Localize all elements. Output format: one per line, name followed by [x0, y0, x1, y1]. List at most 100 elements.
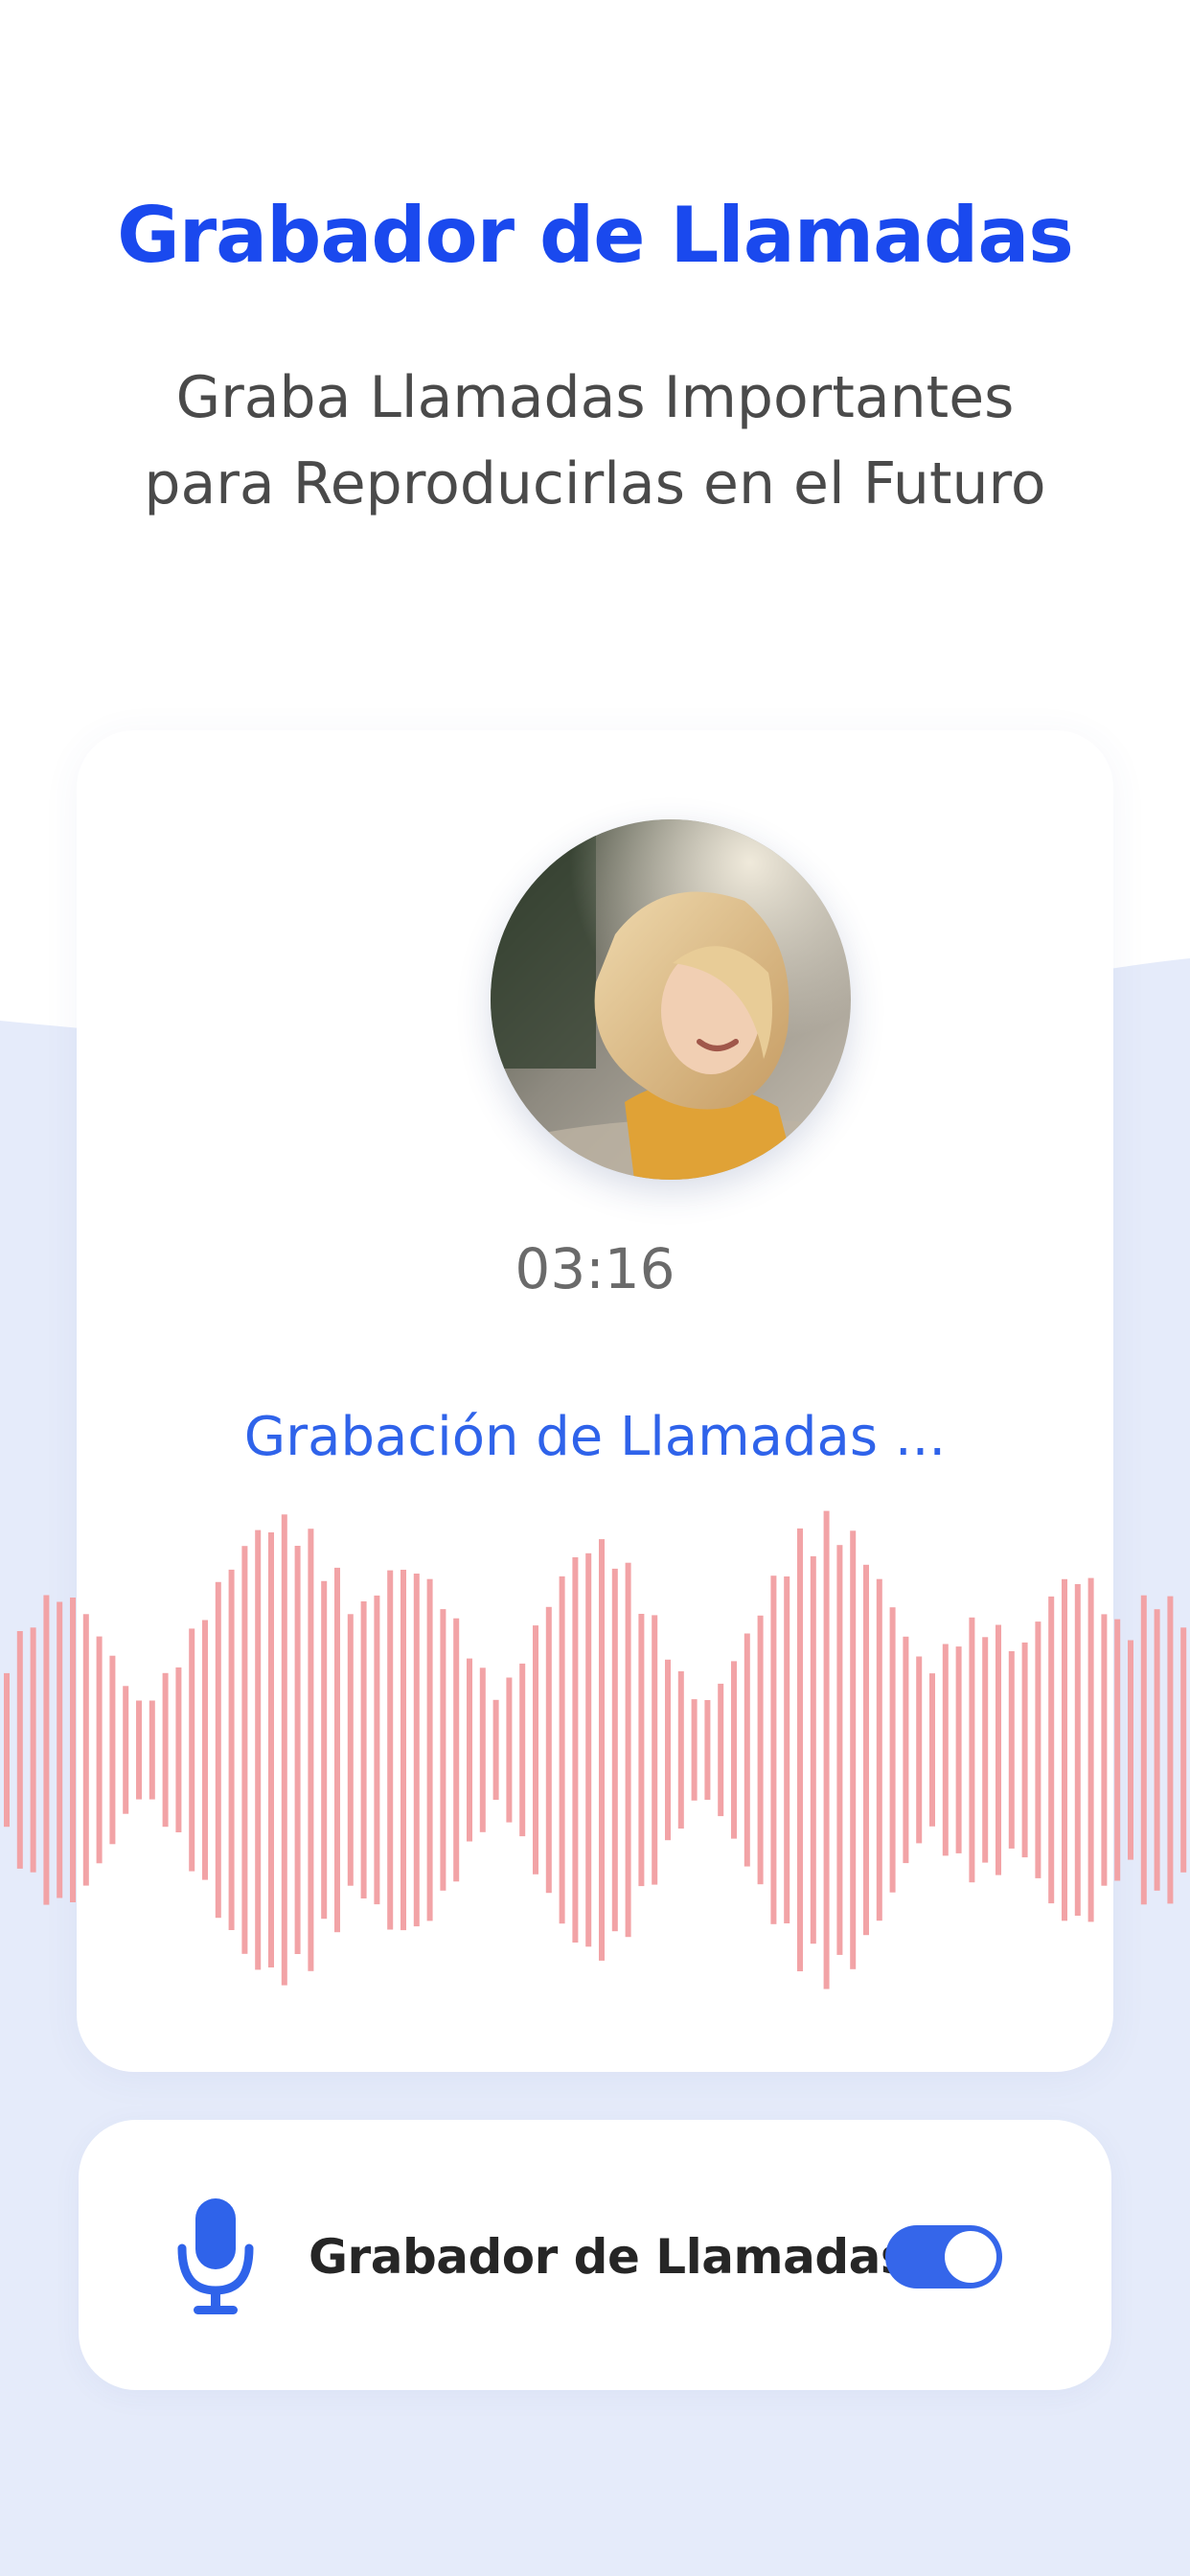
waveform-bar — [850, 1530, 857, 1969]
waveform-bar — [1021, 1642, 1028, 1858]
waveform-bar — [360, 1601, 367, 1898]
waveform-bar — [413, 1574, 420, 1927]
waveform-bar — [1128, 1640, 1133, 1860]
waveform-bar — [559, 1576, 565, 1924]
waveform-bar — [638, 1614, 645, 1887]
waveform-bar — [757, 1615, 764, 1885]
waveform-bar — [823, 1510, 830, 1990]
waveform-bar — [1048, 1596, 1055, 1904]
waveform-bar — [704, 1700, 711, 1801]
waveform-bar — [202, 1620, 208, 1880]
waveform-bar — [294, 1546, 301, 1954]
waveform-bar — [387, 1570, 394, 1930]
waveform-bar — [1167, 1596, 1174, 1904]
waveform-bar — [718, 1683, 724, 1817]
waveform-bar — [162, 1672, 169, 1828]
waveform-bar — [281, 1514, 287, 1986]
waveform-bar — [1114, 1619, 1121, 1881]
waveform-bar — [903, 1636, 909, 1864]
waveform-bar — [308, 1529, 314, 1971]
waveform-bar — [241, 1546, 248, 1954]
waveform-bar — [70, 1598, 76, 1902]
waveform-bar — [268, 1532, 274, 1967]
waveform-bar — [599, 1539, 605, 1961]
waveform-bar — [189, 1628, 195, 1872]
microphone-icon — [177, 2198, 254, 2314]
waveform-bar — [810, 1555, 816, 1944]
waveform-bar — [1140, 1595, 1147, 1905]
waveform-bar — [136, 1700, 142, 1800]
waveform-bar — [215, 1581, 221, 1919]
waveform-bar — [43, 1595, 50, 1905]
waveform-bar — [665, 1659, 671, 1841]
waveform-bar — [467, 1658, 472, 1842]
page-subtitle: Graba Llamadas Importantes para Reproduc… — [77, 355, 1113, 527]
waveform-bar — [784, 1576, 790, 1923]
waveform-bar — [149, 1700, 155, 1800]
contact-photo — [491, 819, 851, 1180]
waveform-bar — [625, 1562, 631, 1938]
waveform-bar — [519, 1663, 526, 1837]
recorder-toggle-switch[interactable] — [885, 2225, 1002, 2288]
waveform-bar — [863, 1564, 869, 1936]
waveform-bar — [611, 1568, 618, 1932]
waveform-bar — [109, 1655, 116, 1845]
waveform-bar — [96, 1636, 103, 1864]
waveform-bar — [797, 1528, 803, 1971]
waveform-bar — [123, 1686, 129, 1814]
waveform-bar — [228, 1569, 235, 1930]
waveform-bar — [453, 1618, 460, 1882]
waveform-bar — [57, 1601, 63, 1898]
waveform-bar — [652, 1615, 658, 1885]
waveform-bar — [744, 1633, 750, 1867]
waveform-bar — [929, 1673, 935, 1827]
waveform-bar — [585, 1552, 592, 1947]
waveform-bar — [4, 1672, 10, 1828]
waveform-bar — [334, 1567, 340, 1933]
subtitle-line-2: para Reproducirlas en el Futuro — [144, 450, 1046, 518]
page-title: Grabador de Llamadas — [117, 191, 1074, 280]
waveform-bar — [572, 1557, 579, 1943]
waveform-bar — [731, 1661, 737, 1839]
waveform-bar — [440, 1609, 446, 1891]
waveform-bar — [770, 1576, 777, 1924]
recording-status: Grabación de Llamadas ... — [243, 1406, 947, 1468]
call-timer: 03:16 — [515, 1236, 675, 1301]
waveform-bar — [1035, 1622, 1041, 1878]
waveform-bar — [969, 1617, 975, 1883]
waveform-bar — [426, 1578, 433, 1921]
waveform-bar — [374, 1595, 380, 1905]
waveform-bar — [1101, 1614, 1108, 1886]
waveform-bar — [1180, 1627, 1187, 1873]
waveform-bar — [916, 1656, 923, 1844]
waveform-bar — [995, 1624, 1001, 1875]
waveform-bar — [533, 1625, 538, 1874]
waveform-bar — [677, 1670, 684, 1829]
waveform-bar — [691, 1699, 698, 1801]
waveform-bar — [889, 1607, 896, 1893]
audio-waveform — [4, 1510, 1187, 1990]
waveform-bar — [82, 1614, 89, 1886]
waveform-bar — [1008, 1651, 1015, 1849]
waveform-bar — [1062, 1578, 1067, 1921]
waveform-bar — [1087, 1577, 1094, 1922]
subtitle-line-1: Graba Llamadas Importantes — [175, 364, 1015, 431]
waveform-bar — [876, 1578, 882, 1921]
waveform-bar — [347, 1614, 354, 1886]
call-recorder-setting[interactable]: Grabador de Llamadas — [79, 2120, 1111, 2390]
waveform-bar — [506, 1677, 513, 1823]
waveform-bar — [982, 1637, 989, 1863]
waveform-bar — [492, 1699, 499, 1801]
waveform-bar — [255, 1530, 262, 1970]
waveform-bar — [400, 1570, 406, 1931]
waveform-bar — [321, 1580, 328, 1920]
waveform-bar — [955, 1646, 962, 1853]
waveform-bar — [545, 1606, 552, 1894]
waveform-bar — [16, 1631, 23, 1869]
waveform-bar — [175, 1667, 182, 1832]
toggle-knob — [945, 2231, 996, 2283]
waveform-bar — [942, 1644, 949, 1856]
waveform-bar — [479, 1668, 486, 1832]
waveform-bar — [30, 1627, 36, 1873]
contact-avatar — [491, 819, 851, 1180]
